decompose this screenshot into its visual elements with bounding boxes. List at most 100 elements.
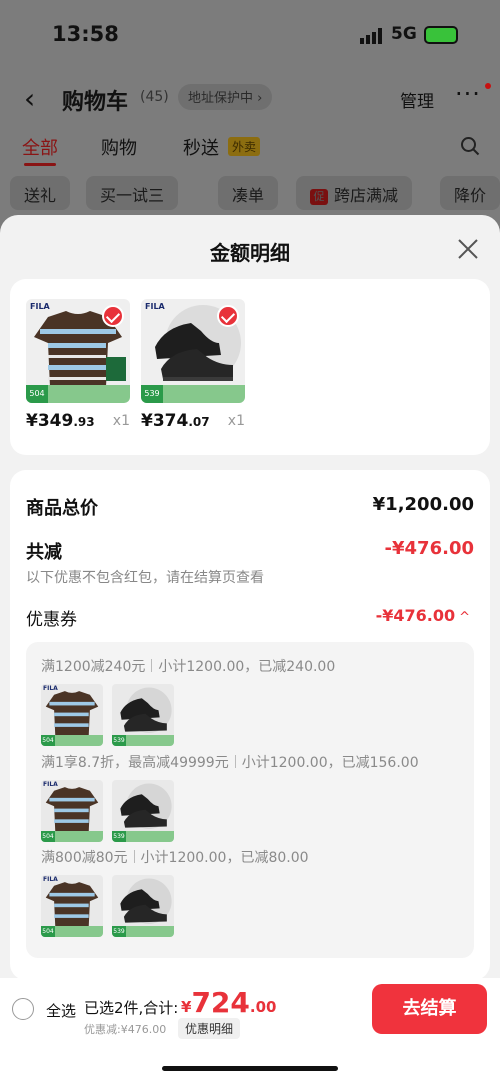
reduction-value: -¥476.00 [384,538,474,559]
discount-rule: 满1200减240元 [41,659,146,675]
discount-detail-button[interactable]: 优惠明细 [178,1018,241,1039]
divider [133,850,135,863]
reduction-label: 共减 [26,542,62,563]
mini-tshirt-image [45,691,99,737]
tab-all[interactable]: 全部 [22,134,58,166]
battery-icon [424,26,458,44]
checkout-bar: 全选 已选2件,合计: ¥724.00 优惠减:¥476.00 优惠明细 去结算 [0,978,500,1083]
product-price: ¥349.93 [26,411,95,431]
chip-cross-store[interactable]: 促跨店满减 [296,176,413,210]
mini-sneakers-image [120,687,172,733]
mini-product-sneakers: 539 [112,684,174,746]
promo-strip-number: 539 [141,385,163,403]
checkout-button[interactable]: 去结算 [372,984,487,1034]
divider [234,755,236,768]
mini-product-sneakers: 539 [112,875,174,937]
close-icon[interactable] [456,237,480,261]
more-icon[interactable]: ··· [455,80,481,108]
currency-symbol: ¥ [181,998,192,1016]
mini-promo-number: 539 [112,926,126,937]
product-item[interactable]: FILA 504 ¥349.93 x1 [26,299,130,431]
coupon-detail-panel: 满1200减240元 小计1200.00，已减240.00 FILA 504 53… [26,642,474,958]
discount-rule: 满1享8.7折，最高减49999元 [41,755,229,771]
chip-bundle[interactable]: 凑单 [218,176,279,210]
mini-tshirt-image [45,787,99,833]
coupon-label: 优惠券 [26,610,77,630]
mini-product-sneakers: 539 [112,780,174,842]
mini-product-tshirt: FILA 504 [41,780,103,842]
discount-rule: 满800减80元 [41,850,128,866]
coupon-value: -¥476.00 [375,606,456,625]
red-packet-hint: 以下优惠不包含红包，请在结算页查看 [26,570,264,586]
total-amount: ¥724.00 [181,986,276,1019]
coupon-toggle[interactable]: -¥476.00 ^ [376,606,470,625]
mini-sneakers-image [120,878,172,924]
discount-detail: 小计1200.00，已减156.00 [241,755,419,771]
product-thumbnail: FILA 539 [141,299,245,403]
discount-detail: 小计1200.00，已减240.00 [158,659,336,675]
cart-count: (45) [140,89,169,105]
sheet-title: 金额明细 [210,241,290,265]
back-icon[interactable]: ‹ [24,82,35,115]
network-label: 5G [391,24,417,44]
mini-promo-strip: 504 [41,926,103,937]
discount-detail: 小计1200.00，已减80.00 [140,850,309,866]
selected-check-icon[interactable] [102,305,124,327]
mini-promo-strip: 504 [41,735,103,746]
product-quantity: x1 [112,413,130,429]
takeout-badge: 外卖 [228,137,261,156]
product-price: ¥374.07 [141,411,210,431]
filter-chips: 送礼 买一试三 凑单 促跨店满减 降价 [0,176,500,212]
price-summary-card: 商品总价 ¥1,200.00 共减 -¥476.00 以下优惠不包含红包，请在结… [10,470,490,980]
signal-icon [360,28,382,44]
selected-check-icon[interactable] [217,305,239,327]
tab-underline [24,163,56,166]
tab-flash-delivery[interactable]: 秒送 [183,134,219,160]
discount-rule-line: 满1200减240元 小计1200.00，已减240.00 [41,656,335,676]
mini-product-tshirt: FILA 504 [41,684,103,746]
chip-gift[interactable]: 送礼 [10,176,71,210]
discount-rule-line: 满1享8.7折，最高减49999元 小计1200.00，已减156.00 [41,752,419,772]
address-protection-pill[interactable]: 地址保护中 › [178,84,273,110]
amount-integer: 724 [191,986,250,1019]
discount-summary: 优惠减:¥476.00 [84,1023,167,1036]
mini-promo-strip: 539 [112,831,174,842]
select-all-label[interactable]: 全选 [46,1000,76,1021]
mini-promo-strip: 539 [112,735,174,746]
status-time: 13:58 [52,22,119,46]
cart-tabs: 全部 购物 秒送 外卖 [0,134,500,168]
total-value: ¥1,200.00 [372,494,474,515]
manage-button[interactable]: 管理 [400,87,434,112]
total-label: 商品总价 [26,498,98,519]
mini-sneakers-image [120,783,172,829]
page-title: 购物车 [62,90,129,115]
chip-price-drop[interactable]: 降价 [440,176,500,210]
notification-dot [485,83,491,89]
chip-cross-store-label: 跨店满减 [334,186,399,205]
mini-promo-number: 504 [41,926,55,937]
mini-tshirt-image [45,882,99,928]
mini-promo-number: 539 [112,831,126,842]
home-indicator [162,1066,338,1071]
chip-try-three[interactable]: 买一试三 [86,176,179,210]
tab-all-label: 全部 [22,138,58,159]
cart-nav-bar: ‹ 购物车 (45) 地址保护中 › 管理 ··· [0,80,500,116]
amount-detail-sheet: 金额明细 FILA 504 ¥349.93 x1 FILA 539 ¥374.0… [0,215,500,1083]
price-decimal: .93 [73,415,95,429]
tab-shopping[interactable]: 购物 [101,134,137,160]
divider [151,659,153,672]
search-icon[interactable] [460,136,480,156]
product-item[interactable]: FILA 539 ¥374.07 x1 [141,299,245,431]
product-promo-strip: 504 [26,385,130,403]
status-bar: 13:58 5G [0,22,500,52]
select-all-radio[interactable] [12,998,34,1020]
price-decimal: .07 [188,415,210,429]
mini-promo-number: 539 [112,735,126,746]
amount-decimal: .00 [249,998,277,1016]
selected-products-card: FILA 504 ¥349.93 x1 FILA 539 ¥374.07 x1 [10,279,490,455]
promo-strip-number: 504 [26,385,48,403]
price-main: ¥349 [26,411,74,431]
product-thumbnail: FILA 504 [26,299,130,403]
product-promo-strip: 539 [141,385,245,403]
selected-count: 已选2件,合计: [84,999,179,1017]
